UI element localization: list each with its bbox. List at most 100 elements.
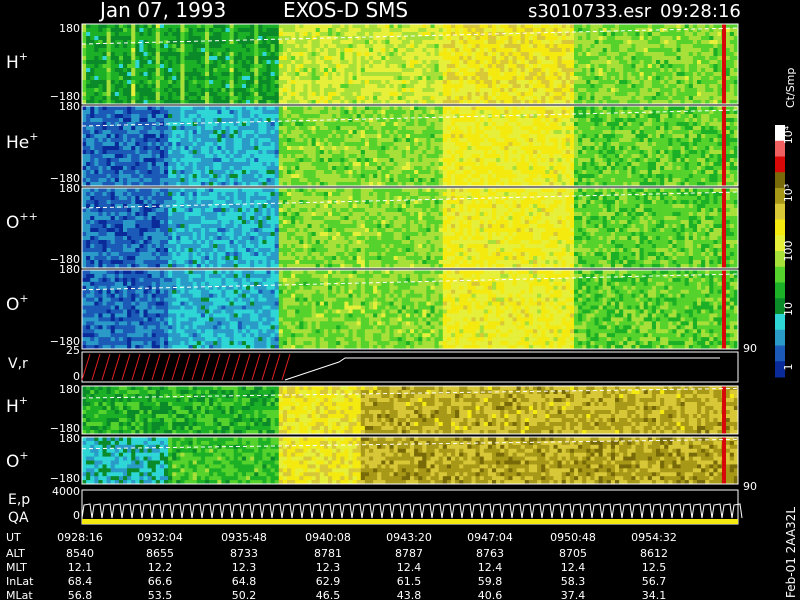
heat-cell [233, 44, 239, 49]
heat-cell [446, 114, 452, 119]
heat-cell [299, 150, 304, 155]
heat-cell [123, 92, 128, 97]
heat-cell [336, 56, 341, 61]
heat-cell [619, 52, 624, 57]
heat-cell [397, 154, 403, 159]
heat-cell [155, 158, 161, 163]
heat-cell [664, 40, 669, 45]
heat-cell [86, 130, 91, 135]
heat-cell [229, 154, 234, 159]
heat-cell [369, 114, 374, 119]
heat-cell [639, 32, 644, 37]
heat-cell [147, 36, 152, 41]
heat-cell [643, 60, 649, 65]
heat-cell [172, 110, 177, 115]
heat-cell [344, 32, 349, 37]
heat-cell [574, 96, 579, 101]
heat-cell [295, 126, 300, 131]
heat-cell [356, 84, 362, 89]
heat-cell [98, 48, 103, 53]
heat-cell [422, 88, 427, 93]
heat-cell [381, 106, 386, 111]
heat-cell [434, 162, 439, 167]
heat-cell [213, 142, 218, 147]
heat-cell [528, 56, 534, 61]
heat-cell [287, 40, 292, 45]
heat-cell [315, 162, 321, 167]
heat-cell [266, 52, 271, 57]
heat-cell [373, 64, 378, 69]
heat-cell [250, 122, 255, 127]
heat-cell [168, 126, 173, 131]
heat-cell [303, 158, 308, 163]
heat-cell [323, 64, 329, 69]
heat-cell [299, 28, 304, 33]
heat-cell [237, 150, 243, 155]
heat-cell [151, 60, 157, 65]
heat-cell [200, 36, 206, 41]
heat-cell [623, 84, 628, 89]
heat-cell [684, 80, 690, 85]
heat-cell [184, 166, 189, 171]
heat-cell [270, 150, 275, 155]
heat-cell [188, 80, 193, 85]
heat-cell [196, 146, 202, 151]
heat-cell [385, 126, 390, 131]
heat-cell [114, 118, 120, 123]
heat-cell [623, 76, 628, 81]
heat-cell [106, 106, 111, 111]
heat-cell [90, 56, 95, 61]
heat-cell [254, 28, 259, 33]
heat-cell [221, 134, 226, 139]
heat-cell [701, 56, 706, 61]
heat-cell [258, 110, 263, 115]
heat-cell [270, 60, 275, 65]
heat-cell [278, 114, 284, 119]
heat-cell [680, 88, 685, 93]
heat-cell [397, 106, 403, 111]
heat-cell [401, 130, 407, 135]
heat-cell [393, 52, 398, 57]
heat-cell [455, 80, 460, 85]
heat-cell [213, 32, 218, 37]
heat-cell [254, 142, 259, 147]
heat-cell [328, 72, 333, 77]
heat-cell [102, 68, 107, 73]
heat-cell [692, 84, 698, 89]
heat-cell [332, 122, 337, 127]
heat-cell [475, 28, 480, 33]
heat-cell [155, 142, 161, 147]
heat-cell [348, 32, 353, 37]
heat-cell [352, 126, 357, 131]
heat-cell [311, 24, 316, 29]
heat-cell [90, 126, 95, 131]
heat-cell [668, 52, 673, 57]
heat-cell [709, 24, 714, 29]
heat-cell [205, 138, 210, 143]
heat-cell [389, 158, 394, 163]
heat-cell [315, 72, 321, 77]
heat-cell [610, 52, 616, 57]
heat-cell [344, 122, 349, 127]
heat-cell [299, 92, 304, 97]
heat-cell [598, 88, 603, 93]
heat-cell [438, 60, 444, 65]
heat-cell [504, 44, 509, 49]
heat-cell [332, 72, 337, 77]
heat-cell [295, 106, 300, 111]
heat-cell [664, 84, 669, 89]
heat-cell [688, 96, 694, 101]
heat-cell [414, 96, 419, 101]
heat-cell [713, 24, 718, 29]
heat-cell [233, 154, 239, 159]
heat-cell [668, 84, 673, 89]
heat-cell [307, 92, 312, 97]
heat-cell [151, 130, 157, 135]
heat-cell [442, 174, 448, 179]
heat-cell [709, 92, 714, 97]
heat-cell [393, 84, 398, 89]
heat-cell [459, 84, 464, 89]
heat-cell [713, 40, 718, 45]
heat-cell [729, 84, 735, 89]
heat-cell [405, 174, 411, 179]
